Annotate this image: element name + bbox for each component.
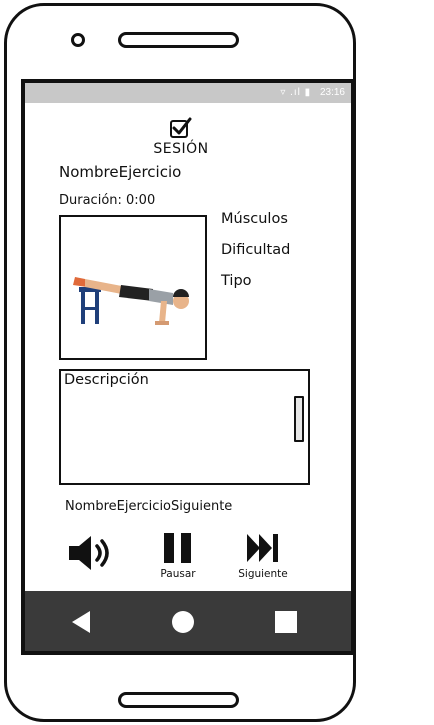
phone-frame: ▿ .ıl ▮ 23:16 SESIÓN NombreEjercicio Dur…: [4, 3, 356, 722]
pause-label: Pausar: [160, 568, 196, 580]
status-time: 23:16: [319, 87, 345, 98]
android-navbar: [25, 591, 351, 651]
session-title: SESIÓN: [153, 141, 209, 157]
exercise-name: NombreEjercicio: [59, 163, 182, 181]
recents-icon[interactable]: [273, 609, 299, 635]
speaker-icon: [69, 536, 109, 570]
skip-forward-icon: [247, 534, 278, 562]
exercise-image: [59, 215, 207, 360]
next-button[interactable]: Siguiente: [231, 533, 295, 580]
home-button[interactable]: [118, 692, 239, 708]
volume-button[interactable]: [67, 533, 115, 577]
description-textarea[interactable]: Descripción: [59, 369, 310, 485]
attribute-muscles: Músculos: [221, 211, 288, 227]
attribute-type: Tipo: [221, 273, 252, 289]
description-label: Descripción: [64, 372, 149, 388]
session-checkbox-icon[interactable]: [170, 117, 192, 138]
pause-icon: [164, 533, 191, 563]
phone-screen: ▿ .ıl ▮ 23:16 SESIÓN NombreEjercicio Dur…: [21, 79, 355, 655]
camera-icon: [71, 33, 85, 47]
next-exercise-name: NombreEjercicioSiguiente: [65, 499, 233, 514]
next-label: Siguiente: [238, 568, 288, 580]
home-icon[interactable]: [170, 609, 196, 635]
earpiece-speaker: [118, 32, 239, 48]
pushup-illustration: [73, 277, 189, 325]
attribute-difficulty: Dificultad: [221, 242, 291, 258]
pause-button[interactable]: Pausar: [153, 533, 203, 580]
status-bar: ▿ .ıl ▮ 23:16: [25, 83, 351, 103]
description-scrollbar[interactable]: [294, 396, 304, 442]
status-icons: ▿ .ıl ▮: [280, 87, 312, 98]
back-icon[interactable]: [68, 609, 94, 635]
exercise-duration: Duración: 0:00: [59, 193, 156, 208]
